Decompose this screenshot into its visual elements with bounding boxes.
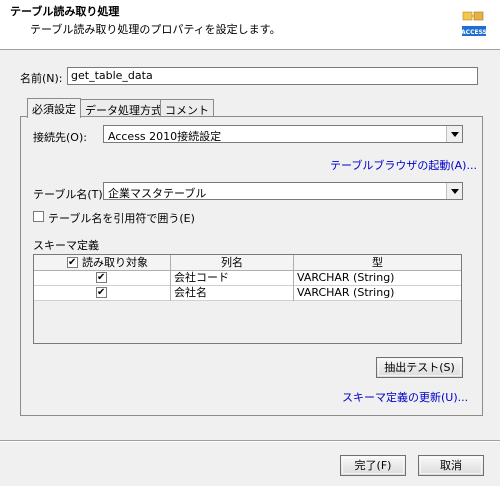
chevron-down-icon[interactable]	[446, 183, 462, 199]
tab-required-settings[interactable]: 必須設定	[27, 98, 81, 118]
access-badge-text: ACCESS	[461, 29, 487, 36]
connection-label: 接続先(O):	[33, 131, 87, 144]
table-name-value: 企業マスタテーブル	[108, 187, 207, 200]
schema-section-label: スキーマ定義	[33, 239, 99, 252]
extract-test-button[interactable]: 抽出テスト(S)	[376, 357, 463, 378]
schema-grid: 読み取り対象 列名 型 会社コード VARCHAR (String) 会社名 V…	[33, 254, 462, 344]
column-header-read-target-label: 読み取り対象	[82, 256, 148, 269]
row-read-checkbox[interactable]	[96, 285, 107, 300]
chevron-down-icon[interactable]	[446, 126, 462, 142]
access-database-icon: ACCESS	[460, 10, 488, 40]
table-name-dropdown[interactable]: 企業マスタテーブル	[103, 182, 463, 200]
row-column-type[interactable]: VARCHAR (String)	[294, 271, 461, 286]
table-row[interactable]: 会社名 VARCHAR (String)	[34, 285, 461, 301]
name-label: 名前(N):	[20, 72, 63, 85]
row-checkbox-cell	[34, 285, 171, 301]
row-column-name[interactable]: 会社コード	[171, 271, 294, 286]
column-header-name[interactable]: 列名	[171, 255, 294, 271]
row-checkbox-cell	[34, 270, 171, 286]
column-header-type[interactable]: 型	[294, 255, 461, 271]
table-browser-link[interactable]: テーブルブラウザの起動(A)...	[330, 157, 477, 173]
page-title: テーブル読み取り処理	[10, 5, 120, 18]
quote-table-name-label: テーブル名を引用符で囲う(E)	[48, 212, 195, 225]
schema-update-link[interactable]: スキーマ定義の更新(U)...	[342, 389, 468, 405]
row-read-checkbox[interactable]	[96, 270, 107, 285]
row-column-name[interactable]: 会社名	[171, 286, 294, 301]
wizard-header: テーブル読み取り処理 テーブル読み取り処理のプロパティを設定します。 ACCES…	[0, 0, 500, 50]
connection-dropdown[interactable]: Access 2010接続設定	[103, 125, 463, 143]
finish-button[interactable]: 完了(F)	[340, 455, 406, 476]
connection-value: Access 2010接続設定	[108, 130, 222, 143]
quote-table-name-checkbox[interactable]	[33, 211, 44, 222]
footer-divider	[0, 440, 500, 442]
name-input[interactable]: get_table_data	[67, 67, 478, 85]
column-header-read-target[interactable]: 読み取り対象	[34, 255, 171, 271]
schema-grid-header: 読み取り対象 列名 型	[34, 255, 461, 271]
row-column-type[interactable]: VARCHAR (String)	[294, 286, 461, 301]
cancel-button[interactable]: 取消	[418, 455, 484, 476]
select-all-checkbox[interactable]	[67, 255, 78, 270]
page-description: テーブル読み取り処理のプロパティを設定します。	[30, 23, 281, 36]
table-row[interactable]: 会社コード VARCHAR (String)	[34, 270, 461, 286]
table-name-label: テーブル名(T):	[33, 188, 107, 201]
